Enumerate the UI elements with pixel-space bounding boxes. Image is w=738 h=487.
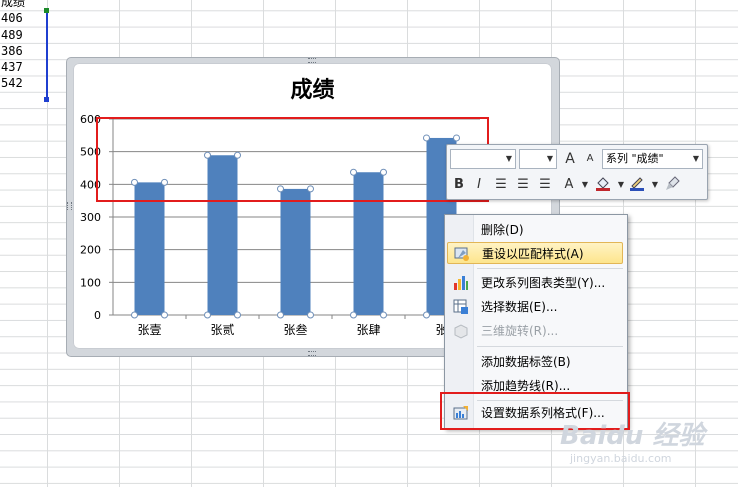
grow-font-icon[interactable]: A bbox=[560, 149, 580, 169]
bar[interactable] bbox=[134, 182, 165, 315]
bar-selection-handle bbox=[350, 311, 357, 319]
series-selector-value: 系列 "成绩" bbox=[606, 152, 664, 165]
chevron-down-icon: ▼ bbox=[692, 154, 699, 163]
align-left-icon[interactable]: ☰ bbox=[491, 175, 511, 195]
y-tick-label: 100 bbox=[80, 276, 101, 289]
reset-style-icon bbox=[454, 246, 470, 262]
chevron-down-icon: ▼ bbox=[505, 154, 512, 163]
bar-selection-handle bbox=[204, 311, 211, 319]
highlight-box-bar-tops bbox=[96, 117, 489, 202]
x-tick-label: 张肆 bbox=[356, 323, 380, 337]
bar-selection-handle bbox=[307, 311, 314, 319]
shrink-font-icon[interactable]: A bbox=[580, 149, 600, 169]
menu-separator bbox=[477, 346, 623, 347]
bar-selection-handle bbox=[131, 311, 138, 319]
align-center-icon[interactable]: ☰ bbox=[513, 175, 533, 195]
watermark-logo: Baidu 经验 bbox=[560, 421, 705, 451]
font-name-combo[interactable]: ▼ bbox=[450, 149, 516, 169]
y-tick-label: 300 bbox=[80, 211, 101, 224]
bar-selection-handle bbox=[234, 311, 241, 319]
menu-item-label: 删除(D) bbox=[481, 223, 524, 237]
fill-color-icon[interactable] bbox=[593, 175, 613, 195]
menu-separator bbox=[477, 268, 623, 269]
chart-type-icon bbox=[453, 275, 469, 291]
menu-item-change-chart-type[interactable]: 更改系列图表类型(Y)... bbox=[447, 272, 623, 294]
bar-selection-handle bbox=[161, 311, 168, 319]
select-data-icon bbox=[453, 299, 469, 315]
watermark-url: jingyan.baidu.com bbox=[570, 452, 672, 465]
menu-item-3d-rotation[interactable]: 三维旋转(R)... bbox=[447, 320, 623, 342]
menu-item-label: 添加数据标签(B) bbox=[481, 355, 571, 369]
menu-item-delete[interactable]: 删除(D) bbox=[447, 219, 623, 241]
mini-format-toolbar: ▼ ▼ A A 系列 "成绩" ▼ B I ☰ ☰ ☰ A ▼ ▼ ▼ bbox=[446, 144, 708, 200]
menu-item-label: 更改系列图表类型(Y)... bbox=[481, 276, 606, 290]
y-tick-label: 200 bbox=[80, 244, 101, 257]
italic-button[interactable]: I bbox=[469, 175, 489, 195]
bar[interactable] bbox=[280, 188, 311, 315]
x-tick-label: 张叁 bbox=[283, 322, 307, 337]
menu-item-label: 三维旋转(R)... bbox=[481, 324, 559, 338]
menu-item-label: 重设以匹配样式(A) bbox=[482, 247, 584, 261]
bar-selection-handle bbox=[423, 311, 430, 319]
y-tick-label: 0 bbox=[94, 309, 101, 322]
bar-selection-handle bbox=[380, 311, 387, 319]
menu-item-add-data-labels[interactable]: 添加数据标签(B) bbox=[447, 351, 623, 373]
chevron-down-icon: ▼ bbox=[546, 154, 553, 163]
menu-item-label: 选择数据(E)... bbox=[481, 300, 558, 314]
menu-item-reset-style[interactable]: 重设以匹配样式(A) bbox=[447, 242, 623, 264]
font-size-combo[interactable]: ▼ bbox=[519, 149, 557, 169]
align-right-icon[interactable]: ☰ bbox=[535, 175, 555, 195]
bold-button[interactable]: B bbox=[449, 175, 469, 195]
line-color-icon[interactable] bbox=[627, 175, 647, 195]
bar-selection-handle bbox=[277, 311, 284, 319]
series-selector-combo[interactable]: 系列 "成绩" ▼ bbox=[602, 149, 703, 169]
chevron-down-icon[interactable]: ▼ bbox=[645, 175, 665, 195]
3d-rotate-icon bbox=[453, 323, 469, 339]
format-painter-icon[interactable] bbox=[663, 175, 683, 195]
x-tick-label: 张贰 bbox=[210, 322, 234, 337]
chevron-down-icon[interactable]: ▼ bbox=[575, 175, 595, 195]
menu-item-select-data[interactable]: 选择数据(E)... bbox=[447, 296, 623, 318]
x-tick-label: 张壹 bbox=[137, 323, 161, 337]
